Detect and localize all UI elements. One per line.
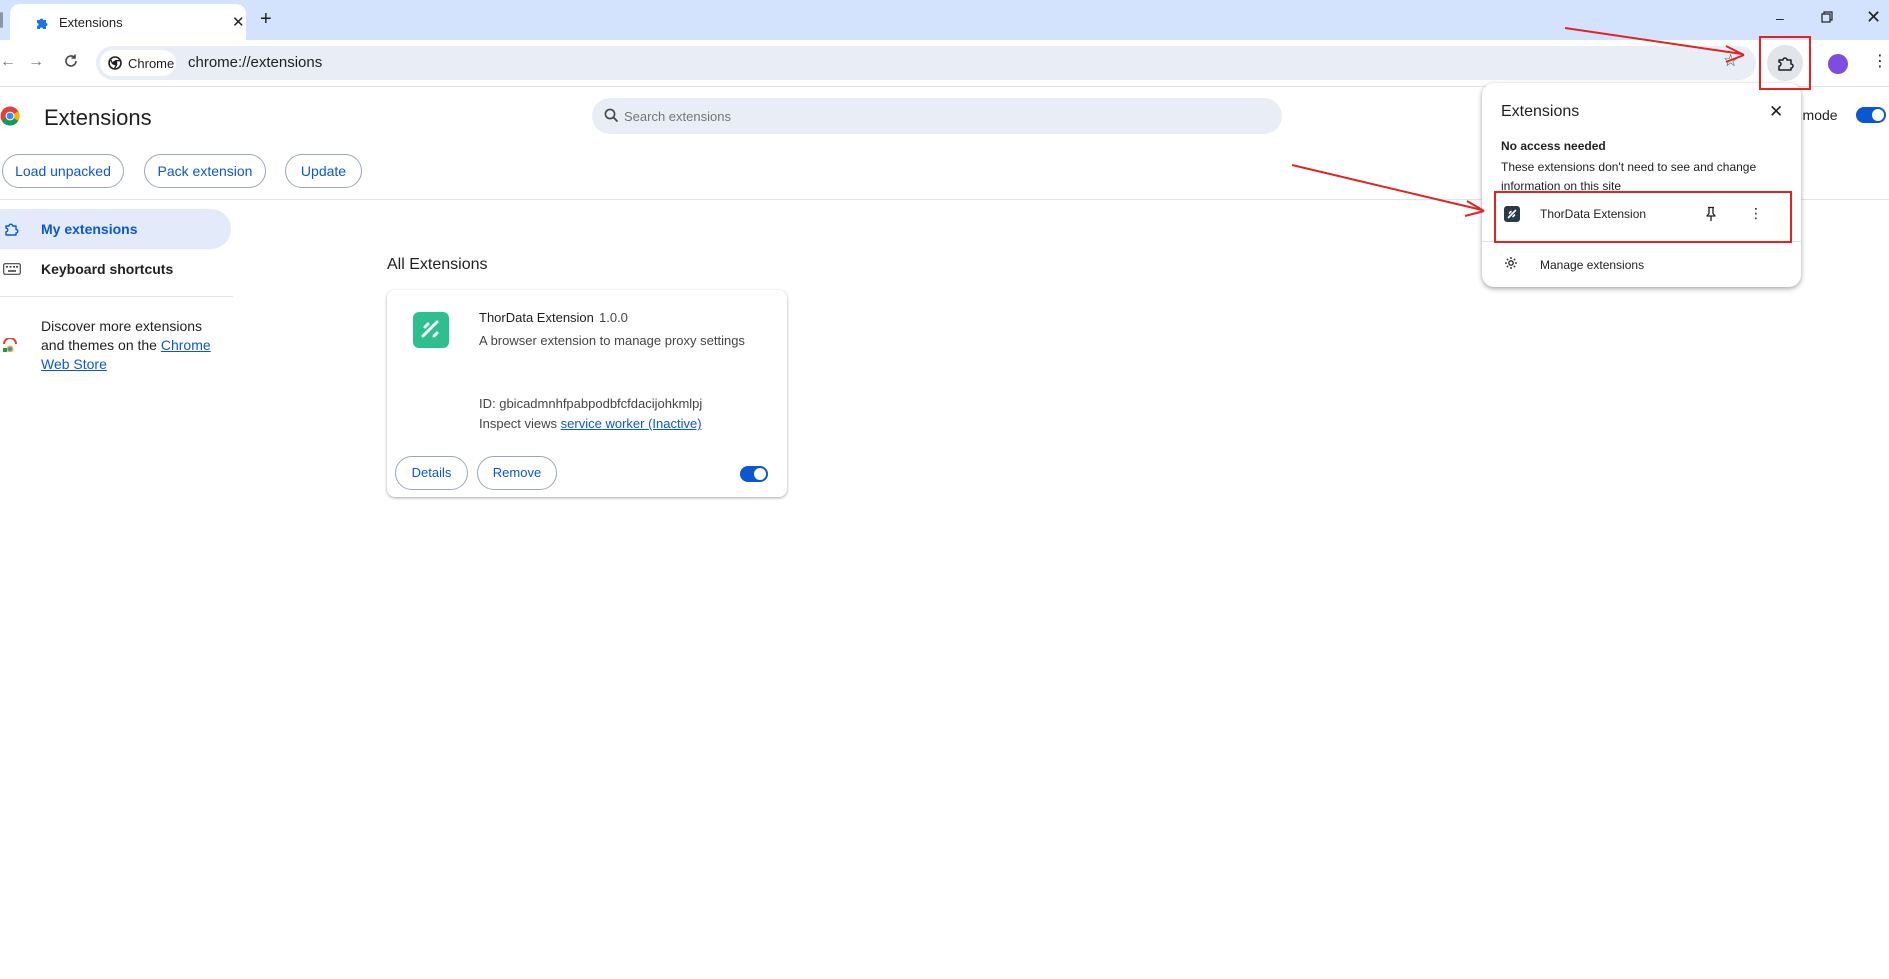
- tab-title: Extensions: [59, 15, 123, 30]
- extension-name: ThorData Extension: [479, 310, 594, 325]
- site-info-chip[interactable]: Chrome: [100, 50, 176, 76]
- update-button[interactable]: Update: [285, 154, 362, 188]
- annotation-box-extensions-button: [1759, 36, 1811, 90]
- forward-arrow-icon[interactable]: →: [28, 53, 44, 71]
- popup-section-heading: No access needed: [1501, 139, 1606, 153]
- restore-button[interactable]: [1821, 11, 1833, 23]
- inspect-views-label: Inspect views: [479, 416, 561, 431]
- sidebar-item-label: My extensions: [41, 221, 138, 237]
- toggle-knob: [754, 468, 766, 480]
- extension-description: A browser extension to manage proxy sett…: [479, 333, 745, 348]
- bookmark-star-icon[interactable]: ☆: [1723, 51, 1738, 71]
- tab-close-icon[interactable]: ✕: [232, 15, 245, 30]
- gear-icon: [1504, 256, 1518, 270]
- popup-title: Extensions: [1501, 103, 1580, 120]
- previous-tab-edge[interactable]: [0, 12, 3, 28]
- developer-mode-toggle[interactable]: [1856, 107, 1886, 123]
- puzzle-icon: [4, 221, 20, 237]
- toggle-knob: [1872, 109, 1884, 121]
- back-arrow-icon[interactable]: ←: [0, 53, 16, 71]
- extension-id: ID: gbicadmnhfpabpodbfcfdacijohkmlpj: [479, 396, 703, 411]
- extension-enable-toggle[interactable]: [740, 466, 768, 482]
- sidebar-item-my-extensions[interactable]: My extensions: [0, 209, 231, 249]
- reload-icon[interactable]: [63, 53, 79, 69]
- tab-strip: Extensions ✕ + – ✕: [0, 0, 1889, 40]
- search-icon: [604, 108, 619, 123]
- extension-version: 1.0.0: [599, 310, 628, 325]
- chrome-icon: [108, 56, 122, 70]
- search-input[interactable]: [624, 98, 1264, 134]
- window-close-button[interactable]: ✕: [1866, 7, 1881, 28]
- chrome-web-store-icon: [2, 338, 18, 352]
- chrome-logo-icon: [0, 106, 20, 126]
- page-title: Extensions: [44, 105, 152, 130]
- search-box[interactable]: [592, 98, 1282, 134]
- pack-extension-button[interactable]: Pack extension: [144, 154, 266, 188]
- minimize-button[interactable]: –: [1776, 10, 1784, 26]
- keyboard-icon: [3, 263, 21, 275]
- web-store-promo: Discover more extensions and themes on t…: [41, 317, 221, 374]
- extension-card: ThorData Extension 1.0.0 A browser exten…: [387, 290, 787, 497]
- sidebar-divider: [0, 296, 233, 297]
- manage-extensions-link[interactable]: Manage extensions: [1540, 258, 1644, 272]
- chip-label: Chrome: [128, 56, 175, 71]
- profile-avatar[interactable]: [1828, 54, 1848, 74]
- url-text[interactable]: chrome://extensions: [188, 54, 322, 71]
- browser-toolbar: ← → Chrome chrome://extensions ☆ ⋮: [0, 40, 1889, 87]
- popup-close-icon[interactable]: ✕: [1769, 102, 1783, 122]
- remove-button[interactable]: Remove: [477, 456, 557, 490]
- service-worker-link[interactable]: service worker (Inactive): [561, 416, 702, 431]
- chrome-menu-icon[interactable]: ⋮: [1872, 51, 1888, 71]
- tab-extensions[interactable]: Extensions ✕: [10, 4, 246, 40]
- thordata-icon: [413, 312, 449, 348]
- inspect-views: Inspect views service worker (Inactive): [479, 416, 702, 431]
- load-unpacked-button[interactable]: Load unpacked: [2, 154, 124, 188]
- extensions-popup: Extensions ✕ No access needed These exte…: [1482, 83, 1801, 287]
- new-tab-button[interactable]: +: [260, 9, 272, 29]
- section-title: All Extensions: [387, 256, 488, 273]
- popup-section-description: These extensions don't need to see and c…: [1501, 160, 1757, 192]
- details-button[interactable]: Details: [395, 456, 468, 490]
- address-bar[interactable]: Chrome chrome://extensions: [96, 46, 1756, 80]
- annotation-box-extension-item: [1494, 191, 1792, 243]
- sidebar-item-keyboard-shortcuts[interactable]: Keyboard shortcuts: [41, 261, 173, 277]
- puzzle-icon: [35, 16, 49, 30]
